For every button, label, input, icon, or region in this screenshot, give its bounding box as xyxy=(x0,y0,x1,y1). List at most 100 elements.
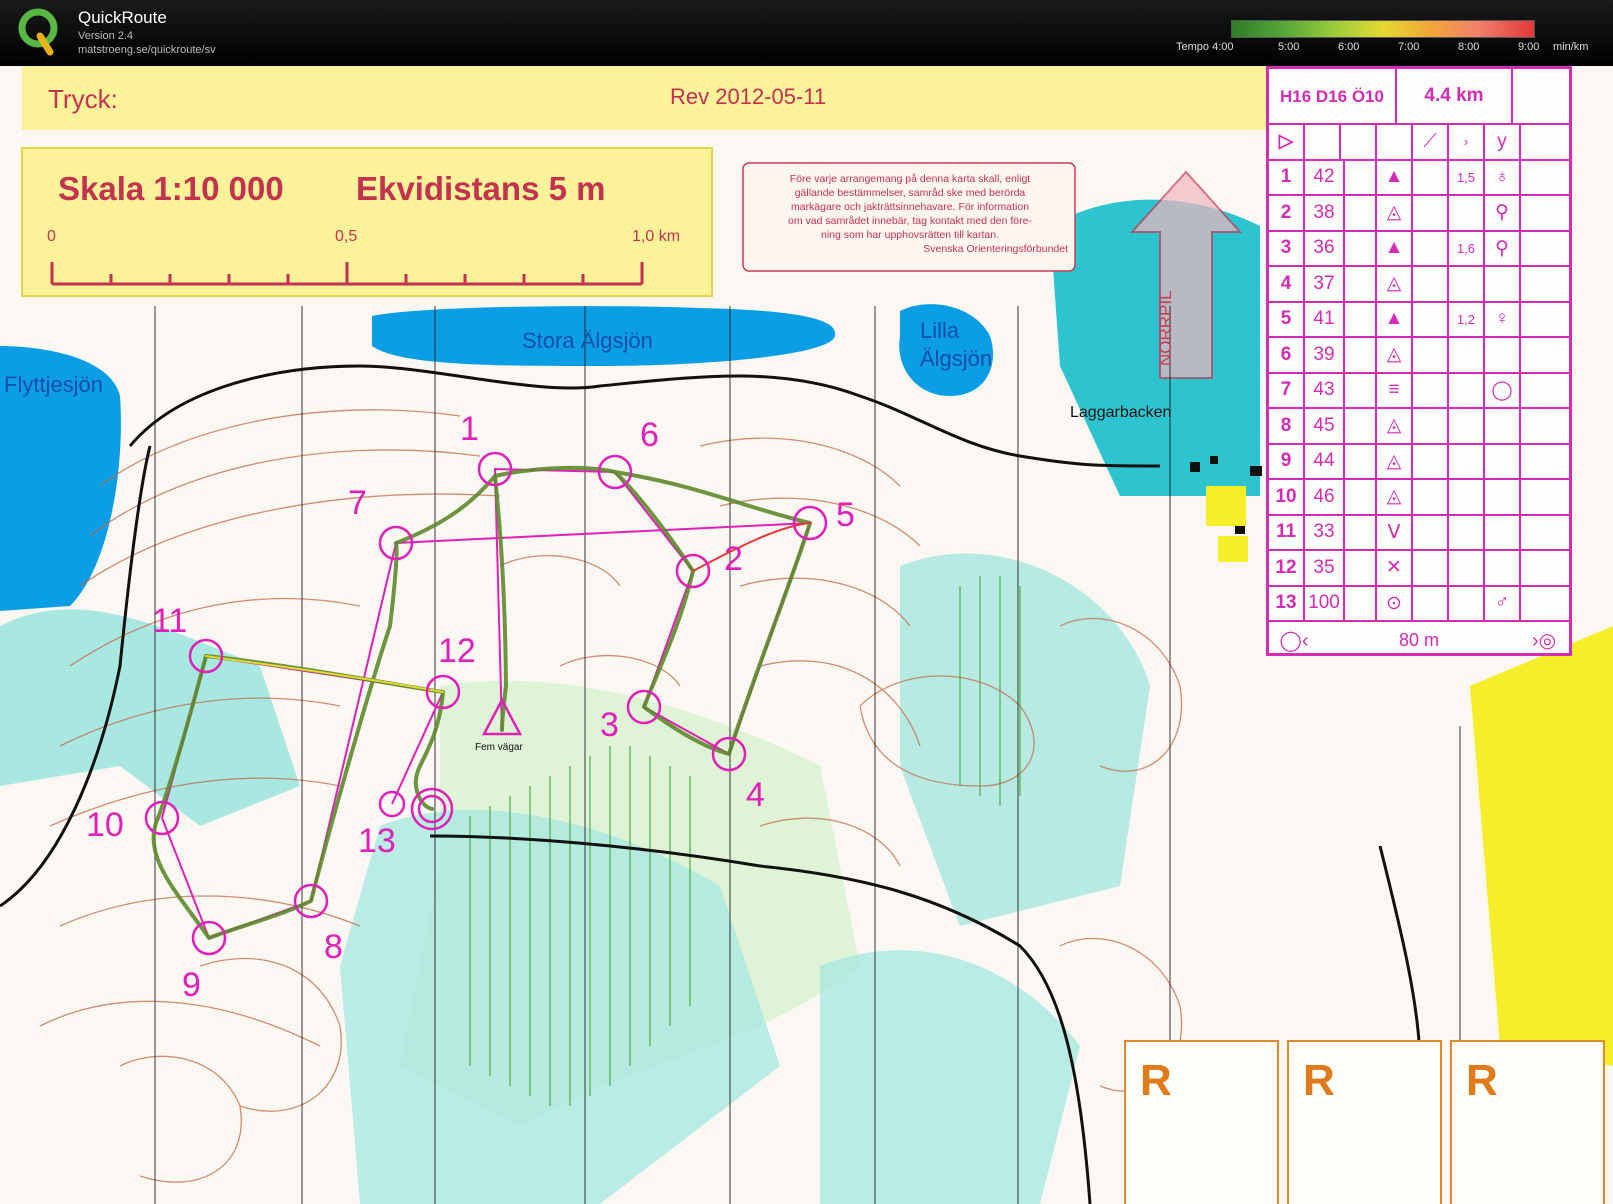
dimension-value xyxy=(1449,373,1485,407)
control-number-6: 6 xyxy=(640,416,659,454)
pace-tick-9: 9:00 xyxy=(1518,41,1540,53)
dimension-value xyxy=(1449,586,1485,620)
scale-text: Skala 1:10 000 xyxy=(58,170,284,207)
finish-circle-icon: ›◎ xyxy=(1531,629,1557,652)
feature-symbol-icon: ▲ xyxy=(1377,160,1413,194)
place-lilla: Lilla xyxy=(920,318,960,343)
location-symbol-icon: ♁ xyxy=(1485,160,1521,194)
north-arrow-label: NORRPIL xyxy=(1156,290,1175,366)
table-row: 3 36 ▲ 1,6 ⚲ xyxy=(1269,231,1569,267)
control-seq: 9 xyxy=(1269,444,1305,478)
control-number-12: 12 xyxy=(438,632,476,670)
control-seq: 5 xyxy=(1269,302,1305,336)
control-number-4: 4 xyxy=(746,776,765,814)
control-code: 44 xyxy=(1305,444,1345,478)
yellow-plots xyxy=(1206,486,1248,562)
control-seq: 6 xyxy=(1269,338,1305,372)
place-stora-algsjon: Stora Älgsjön xyxy=(522,328,653,353)
r-box-3: R xyxy=(1450,1040,1605,1204)
table-row: 13 100 ⊙ ♂ xyxy=(1269,586,1569,622)
feature-symbol-icon: ◬ xyxy=(1377,267,1413,301)
r-box-2: R xyxy=(1287,1040,1442,1204)
location-symbol-icon xyxy=(1485,551,1521,585)
course-class: H16 D16 Ö10 xyxy=(1269,69,1397,123)
control-number-2: 2 xyxy=(724,540,743,578)
control-code: 42 xyxy=(1305,160,1345,194)
table-row: 6 39 ◬ xyxy=(1269,338,1569,374)
r-box-1: R xyxy=(1124,1040,1279,1204)
feature-symbol-icon: ◬ xyxy=(1377,196,1413,230)
control-number-11: 11 xyxy=(152,602,188,640)
control-code: 35 xyxy=(1305,551,1345,585)
feature-column-icon: ⟋ xyxy=(1413,125,1449,159)
scalebar-label-0: 0 xyxy=(47,228,56,245)
app-version: Version 2.4 xyxy=(78,30,134,42)
control-code: 45 xyxy=(1305,409,1345,443)
dimension-value xyxy=(1449,409,1485,443)
revision-label: Rev 2012-05-11 xyxy=(670,84,827,109)
pace-tick-7: 7:00 xyxy=(1398,41,1420,53)
location-symbol-icon xyxy=(1485,338,1521,372)
dimension-value xyxy=(1449,196,1485,230)
open-area-northeast xyxy=(1050,199,1260,496)
scalebar-label-half: 0,5 xyxy=(335,228,358,245)
table-start-row: ▷ ⟋ › y xyxy=(1269,125,1569,161)
dimension-value: 1,5 xyxy=(1449,160,1485,194)
control-seq: 3 xyxy=(1269,231,1305,265)
control-number-5: 5 xyxy=(836,496,855,534)
place-flyttjesjon: Flyttjesjön xyxy=(4,372,104,397)
control-seq: 2 xyxy=(1269,196,1305,230)
open-area-east xyxy=(900,553,1150,926)
app-title: QuickRoute xyxy=(78,8,167,27)
location-symbol-icon xyxy=(1485,444,1521,478)
table-row: 8 45 ◬ xyxy=(1269,409,1569,445)
control-seq: 10 xyxy=(1269,480,1305,514)
feature-symbol-icon: ◬ xyxy=(1377,338,1413,372)
open-area-west xyxy=(0,609,300,826)
location-symbol-icon xyxy=(1485,409,1521,443)
table-row: 11 33 ᐯ xyxy=(1269,515,1569,551)
dimension-value xyxy=(1449,338,1485,372)
course-length: 4.4 km xyxy=(1397,69,1513,123)
table-row: 1 42 ▲ 1,5 ♁ xyxy=(1269,160,1569,196)
table-row: 7 43 ≡ ◯ xyxy=(1269,373,1569,409)
control-code: 37 xyxy=(1305,267,1345,301)
control-number-3: 3 xyxy=(600,706,619,744)
control-number-9: 9 xyxy=(182,966,201,1004)
feature-symbol-icon: ▲ xyxy=(1377,231,1413,265)
pace-tick-8: 8:00 xyxy=(1458,41,1480,53)
location-symbol-icon xyxy=(1485,480,1521,514)
place-laggarbacken: Laggarbacken xyxy=(1070,404,1172,421)
dimension-value: 1,6 xyxy=(1449,231,1485,265)
control-code: 39 xyxy=(1305,338,1345,372)
control-number-8: 8 xyxy=(324,928,343,966)
table-header: H16 D16 Ö10 4.4 km xyxy=(1269,69,1569,125)
pace-color-scale xyxy=(1231,20,1535,38)
quickroute-window: QuickRoute Version 2.4 matstroeng.se/qui… xyxy=(0,0,1613,1204)
finish-distance: 80 m xyxy=(1398,629,1440,650)
dimension-value xyxy=(1449,551,1485,585)
location-symbol-icon: ♀ xyxy=(1485,302,1521,336)
location-symbol-icon xyxy=(1485,267,1521,301)
feature-symbol-icon: ᐯ xyxy=(1377,515,1413,549)
location-symbol-icon: ◯ xyxy=(1485,373,1521,407)
table-row: 9 44 ◬ xyxy=(1269,444,1569,480)
pace-tick-5: 5:00 xyxy=(1278,41,1300,53)
feature-symbol-icon: ≡ xyxy=(1377,373,1413,407)
table-row: 12 35 ✕ xyxy=(1269,551,1569,587)
app-url[interactable]: matstroeng.se/quickroute/sv xyxy=(78,44,216,56)
location-symbol-icon: ⚲ xyxy=(1485,231,1521,265)
yellow-field-east xyxy=(1470,626,1613,1066)
title-bar: QuickRoute Version 2.4 matstroeng.se/qui… xyxy=(0,0,1613,68)
location-symbol-icon: ⚲ xyxy=(1485,196,1521,230)
feature-symbol-icon: ⊙ xyxy=(1377,586,1413,620)
contour-text: Ekvidistans 5 m xyxy=(356,170,606,207)
table-row: 2 38 ◬ ⚲ xyxy=(1269,196,1569,232)
control-number-13: 13 xyxy=(358,822,396,860)
control-description-table: H16 D16 Ö10 4.4 km ▷ ⟋ › y 1 42 ▲ 1,5 ♁ 2 38 ◬ ⚲… xyxy=(1266,66,1572,656)
table-row: 4 37 ◬ xyxy=(1269,267,1569,303)
control-code: 100 xyxy=(1305,586,1345,620)
notice-text: Före varje arrangemang på denna karta sk… xyxy=(788,173,1068,255)
table-row: 5 41 ▲ 1,2 ♀ xyxy=(1269,302,1569,338)
control-number-1: 1 xyxy=(460,410,479,448)
